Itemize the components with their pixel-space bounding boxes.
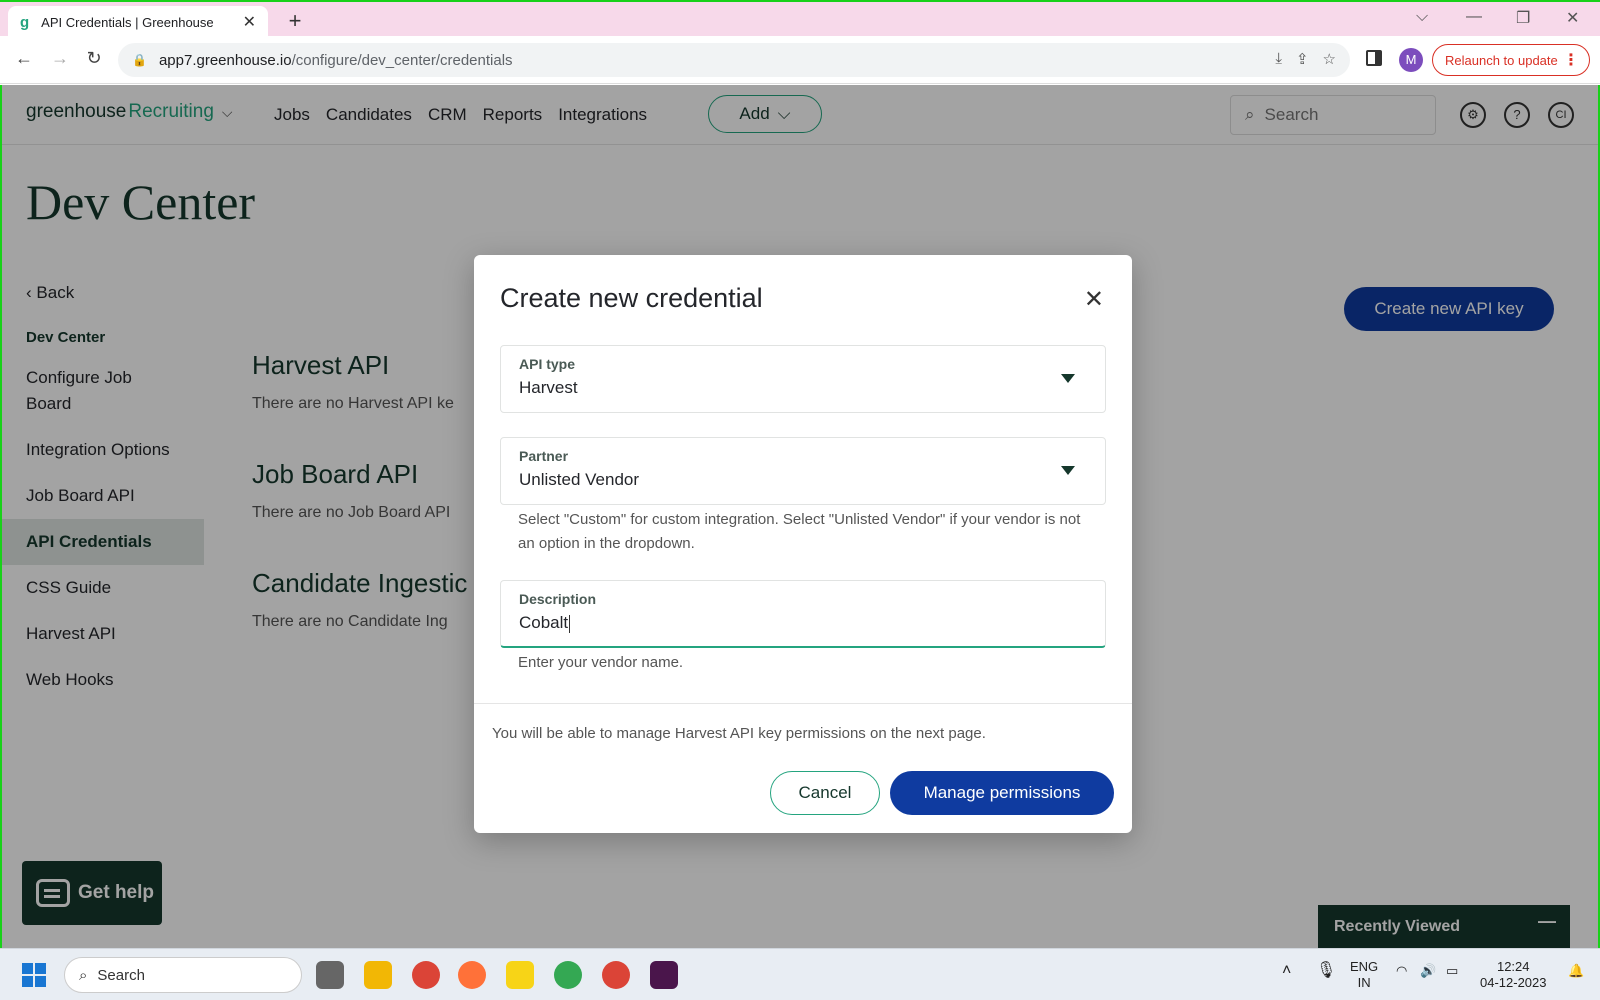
wifi-icon[interactable]: ◠ xyxy=(1396,963,1407,979)
address-bar[interactable]: 🔒 app7.greenhouse.io/configure/dev_cente… xyxy=(118,43,1350,77)
taskbar-search-input[interactable]: ⌕ Search xyxy=(64,957,302,993)
description-value-wrap: Cobalt xyxy=(519,613,1087,633)
partner-help-text: Select "Custom" for custom integration. … xyxy=(518,511,1081,552)
taskbar-search-placeholder: Search xyxy=(97,966,145,984)
share-icon[interactable]: ⇪ xyxy=(1296,50,1309,68)
description-input[interactable]: Description Cobalt xyxy=(500,580,1106,648)
windows-start-icon[interactable] xyxy=(22,963,46,987)
chrome-profile-icon[interactable] xyxy=(602,961,630,989)
reload-icon[interactable]: ↻ xyxy=(82,48,106,69)
microphone-icon[interactable]: 🎙 xyxy=(1316,963,1336,979)
lang-top: ENG xyxy=(1350,959,1379,974)
api-type-select[interactable]: API type Harvest xyxy=(500,345,1106,413)
minimize-icon[interactable]: — xyxy=(1466,8,1482,26)
description-label: Description xyxy=(519,591,597,607)
browser-tabbar: g API Credentials | Greenhouse ✕ + ⌵ — ❐… xyxy=(0,0,1600,38)
api-type-label: API type xyxy=(519,356,576,372)
dialog-divider xyxy=(474,703,1132,704)
sticky-notes-icon[interactable] xyxy=(506,961,534,989)
cancel-button[interactable]: Cancel xyxy=(770,771,880,815)
close-icon[interactable]: ✕ xyxy=(1084,285,1104,314)
search-icon: ⌕ xyxy=(79,966,88,984)
chrome-icon[interactable] xyxy=(412,961,440,989)
greenhouse-favicon-icon: g xyxy=(20,13,30,31)
volume-icon[interactable]: 🔊 xyxy=(1420,963,1436,979)
partner-label: Partner xyxy=(519,448,569,464)
kebab-menu-icon: ⋮ xyxy=(1563,52,1579,69)
file-explorer-icon[interactable] xyxy=(364,961,392,989)
date: 04-12-2023 xyxy=(1480,975,1547,990)
lang-bottom: IN xyxy=(1357,975,1371,990)
api-type-value: Harvest xyxy=(519,378,578,397)
description-help-text: Enter your vendor name. xyxy=(518,654,684,671)
relaunch-label: Relaunch to update xyxy=(1445,52,1558,68)
app-viewport: greenhouse Recruiting ⌵ Jobs Candidates CR… xyxy=(0,85,1600,948)
restore-icon[interactable]: ❐ xyxy=(1516,8,1530,28)
tab-title: API Credentials | Greenhouse xyxy=(41,14,214,30)
slack-icon[interactable] xyxy=(650,961,678,989)
caret-down-icon xyxy=(1061,466,1075,475)
text-cursor xyxy=(569,614,571,633)
back-arrow-icon[interactable]: ← xyxy=(12,48,36,69)
forward-arrow-icon[interactable]: → xyxy=(48,48,72,69)
notification-icon[interactable]: 🔔 xyxy=(1568,963,1584,979)
language-indicator[interactable]: ENG IN xyxy=(1350,959,1378,991)
time: 12:24 xyxy=(1496,959,1530,974)
lock-icon: 🔒 xyxy=(132,53,147,67)
profile-avatar[interactable]: M xyxy=(1399,48,1423,72)
firefox-icon[interactable] xyxy=(458,961,486,989)
chevron-up-icon[interactable]: ˄ xyxy=(1282,963,1291,979)
url-host: app7.greenhouse.io xyxy=(158,51,292,69)
manage-permissions-button[interactable]: Manage permissions xyxy=(890,771,1114,815)
caret-down-icon xyxy=(1061,374,1075,383)
partner-value: Unlisted Vendor xyxy=(519,470,640,489)
chrome-profile-icon[interactable] xyxy=(554,961,582,989)
browser-tab-active[interactable]: g API Credentials | Greenhouse ✕ xyxy=(8,6,268,38)
tab-search-chevron-icon[interactable]: ⌵ xyxy=(1416,8,1428,26)
url-path: /configure/dev_center/credentials xyxy=(291,51,513,69)
clock[interactable]: 12:24 04-12-2023 xyxy=(1480,959,1547,991)
install-icon[interactable]: ⤓ xyxy=(1275,50,1282,68)
side-panel-icon[interactable] xyxy=(1366,50,1382,66)
new-tab-icon[interactable]: + xyxy=(283,8,307,34)
partner-select[interactable]: Partner Unlisted Vendor xyxy=(500,437,1106,505)
permissions-footnote: You will be able to manage Harvest API k… xyxy=(492,725,986,742)
dialog-title: Create new credential xyxy=(500,283,763,313)
window-close-icon[interactable]: ✕ xyxy=(1566,8,1579,28)
windows-taskbar: ⌕ Search ˄ 🎙 ENG IN ◠ 🔊 ▭ 12:24 04-12-20… xyxy=(0,948,1600,1000)
battery-icon[interactable]: ▭ xyxy=(1446,963,1458,979)
browser-toolbar: ← → ↻ 🔒 app7.greenhouse.io/configure/dev… xyxy=(0,36,1600,84)
tab-close-icon[interactable]: ✕ xyxy=(243,12,256,32)
description-value: Cobalt xyxy=(519,613,569,632)
create-credential-dialog: Create new credential ✕ API type Harvest… xyxy=(474,255,1132,833)
relaunch-button[interactable]: Relaunch to update ⋮ xyxy=(1432,44,1590,76)
task-view-icon[interactable] xyxy=(316,961,344,989)
bookmark-star-icon[interactable]: ☆ xyxy=(1323,50,1336,68)
